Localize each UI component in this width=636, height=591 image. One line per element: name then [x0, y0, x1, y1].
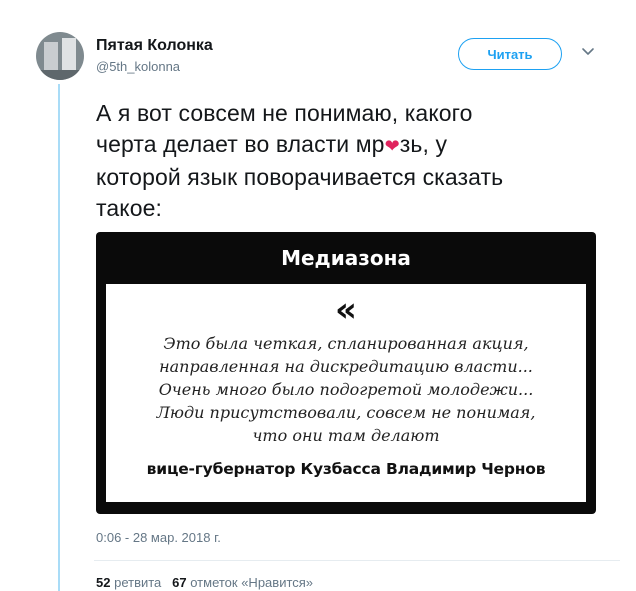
quote-line: направленная на дискредитацию власти... — [159, 357, 533, 376]
tweet-line: которой язык поворачивается сказать — [96, 164, 504, 190]
likes-stat[interactable]: 67 отметок «Нравится» — [172, 575, 313, 590]
quote-line: Очень много было подогретой молодежи... — [158, 380, 534, 399]
heart-emoji: ❤ — [384, 136, 400, 156]
tweet-line: черта делает во власти мр❤зь, у — [96, 131, 448, 157]
author-handle[interactable]: @5th_kolonna — [96, 59, 180, 74]
follow-button[interactable]: Читать — [458, 38, 562, 70]
quote-author: вице-губернатор Кузбасса Владимир Чернов — [146, 460, 546, 478]
divider — [94, 560, 620, 561]
tweet-line: такое: — [96, 195, 162, 221]
quote-line: Люди присутствовали, совсем не понимая, — [156, 403, 536, 422]
tweet-line: А я вот совсем не понимаю, какого — [96, 100, 473, 126]
likes-label: отметок «Нравится» — [190, 575, 314, 590]
author-name[interactable]: Пятая Колонка — [96, 37, 213, 55]
quote-text: Это была четкая, спланированная акция, н… — [106, 332, 586, 447]
media-image[interactable]: Медиазона « Это была четкая, спланирован… — [96, 232, 596, 514]
retweets-count: 52 — [96, 575, 111, 590]
thread-line — [58, 84, 60, 591]
tweet-timestamp[interactable]: 0:06 - 28 мар. 2018 г. — [96, 530, 221, 545]
media-brand: Медиазона — [281, 246, 411, 270]
quote-mark: « — [335, 290, 357, 330]
tweet-stats: 52 ретвита 67 отметок «Нравится» — [96, 575, 313, 590]
tweet-text: А я вот совсем не понимаю, какого черта … — [96, 98, 616, 224]
likes-count: 67 — [172, 575, 187, 590]
quote-line: что они там делают — [252, 426, 440, 445]
chevron-down-icon[interactable] — [580, 44, 596, 60]
retweets-stat[interactable]: 52 ретвита — [96, 575, 161, 590]
avatar[interactable] — [36, 32, 84, 80]
quote-line: Это была четкая, спланированная акция, — [163, 334, 529, 353]
retweets-label: ретвита — [114, 575, 162, 590]
quote-box: « Это была четкая, спланированная акция,… — [106, 284, 586, 502]
